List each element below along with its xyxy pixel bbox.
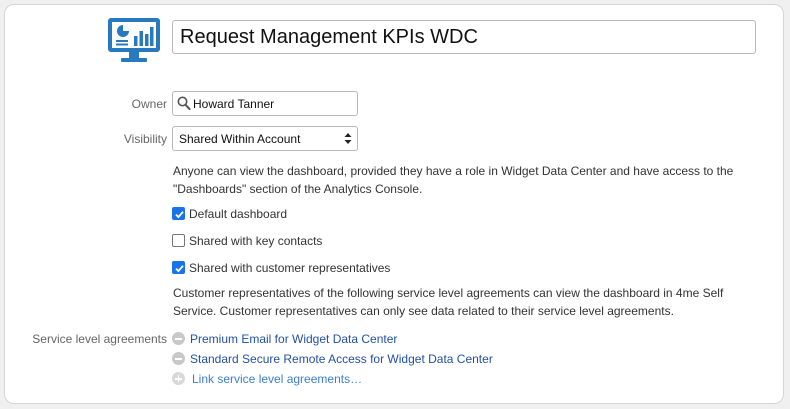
owner-label: Owner xyxy=(131,97,167,111)
sla-label: Service level agreements xyxy=(32,332,167,346)
shared-customer-reps-checkbox[interactable] xyxy=(172,261,185,274)
remove-circle-icon[interactable] xyxy=(172,332,185,345)
shared-customer-reps-label: Shared with customer representatives xyxy=(189,261,391,275)
owner-input[interactable] xyxy=(193,95,353,112)
visibility-label: Visibility xyxy=(123,132,167,146)
sla-link-standard-remote-access[interactable]: Standard Secure Remote Access for Widget… xyxy=(190,352,493,366)
visibility-description: Anyone can view the dashboard, provided … xyxy=(173,164,734,196)
add-circle-icon[interactable] xyxy=(172,372,185,385)
default-dashboard-checkbox[interactable] xyxy=(172,207,185,220)
shared-key-contacts-label: Shared with key contacts xyxy=(189,234,323,248)
shared-key-contacts-checkbox[interactable] xyxy=(172,234,185,247)
dashboard-title-input[interactable] xyxy=(172,20,756,54)
default-dashboard-label: Default dashboard xyxy=(189,207,288,221)
customer-reps-note: Customer representatives of the followin… xyxy=(173,286,724,318)
owner-field[interactable] xyxy=(172,91,358,116)
search-icon xyxy=(177,96,191,114)
remove-circle-icon[interactable] xyxy=(172,352,185,365)
visibility-selected-value: Shared Within Account xyxy=(179,132,301,146)
select-arrows-icon xyxy=(344,132,352,148)
sla-link-premium-email[interactable]: Premium Email for Widget Data Center xyxy=(190,332,397,346)
dashboard-monitor-icon xyxy=(106,16,162,64)
visibility-select[interactable]: Shared Within Account xyxy=(172,126,358,151)
link-sla-button[interactable]: Link service level agreements… xyxy=(192,372,362,386)
